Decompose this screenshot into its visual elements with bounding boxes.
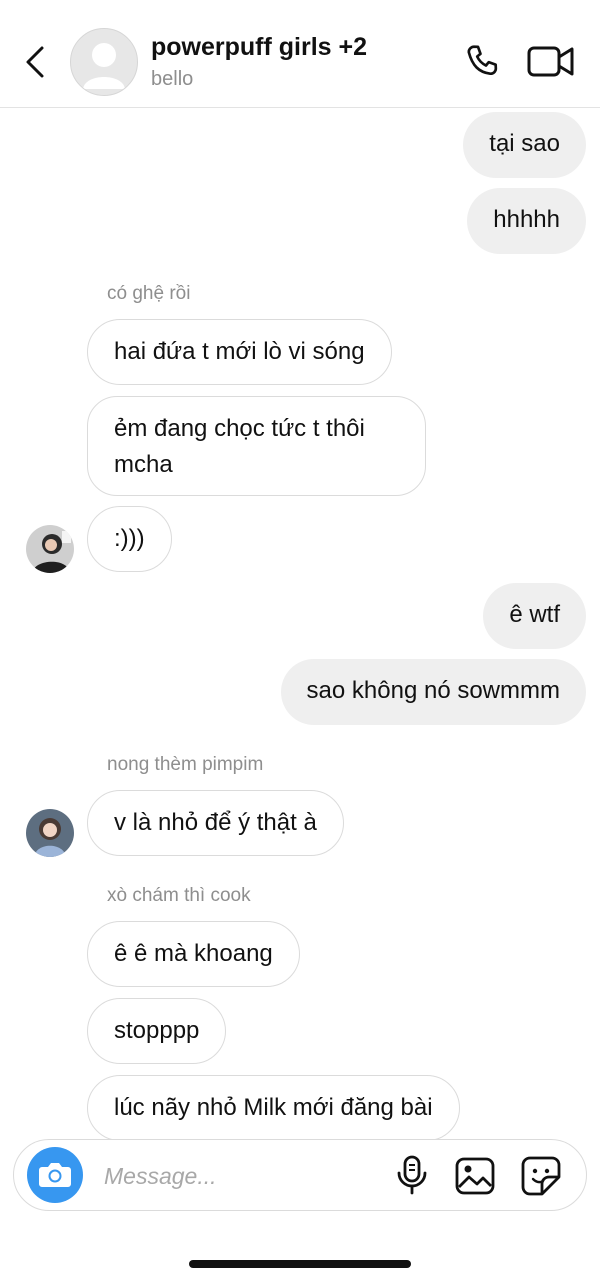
message-composer — [13, 1139, 587, 1211]
microphone-icon — [397, 1155, 427, 1195]
avatar[interactable] — [26, 525, 74, 573]
image-icon — [455, 1157, 495, 1195]
group-avatar[interactable] — [70, 28, 138, 96]
avatar[interactable] — [26, 809, 74, 857]
chat-header: powerpuff girls +2 bello — [0, 0, 600, 108]
outgoing-message[interactable]: hhhhh — [467, 188, 586, 254]
voice-message-button[interactable] — [394, 1155, 430, 1195]
video-camera-icon — [527, 46, 574, 77]
outgoing-message[interactable]: tại sao — [463, 112, 586, 178]
conversation-title[interactable]: powerpuff girls +2 — [151, 33, 367, 62]
phone-icon — [467, 45, 498, 76]
outgoing-message[interactable]: ê wtf — [483, 583, 586, 649]
incoming-message[interactable]: ê ê mà khoang — [87, 921, 300, 987]
incoming-message[interactable]: hai đứa t mới lò vi sóng — [87, 319, 392, 385]
camera-button[interactable] — [27, 1147, 83, 1203]
default-user-icon — [83, 43, 125, 89]
incoming-message[interactable]: ẻm đang chọc tức t thôi mcha — [87, 396, 426, 496]
gallery-button[interactable] — [454, 1156, 496, 1196]
video-call-button[interactable] — [526, 42, 576, 82]
sender-name: có ghệ rồi — [107, 283, 191, 304]
sender-name: nong thèm pimpim — [107, 754, 264, 775]
call-button[interactable] — [463, 42, 503, 82]
message-input[interactable] — [102, 1158, 376, 1194]
conversation-subtitle: bello — [151, 68, 194, 90]
incoming-message[interactable]: stopppp — [87, 998, 227, 1064]
sticker-icon — [521, 1156, 561, 1196]
incoming-message[interactable]: v là nhỏ để ý thật à — [87, 790, 344, 856]
camera-icon — [39, 1163, 71, 1187]
profile-photo-icon — [26, 525, 74, 573]
sticker-button[interactable] — [520, 1155, 562, 1197]
profile-photo-icon — [26, 809, 74, 857]
outgoing-message[interactable]: sao không nó sowmmm — [280, 659, 586, 725]
sender-name: xò chám thì cook — [107, 885, 251, 906]
chevron-left-icon — [26, 46, 44, 78]
home-indicator[interactable] — [189, 1260, 411, 1268]
incoming-message[interactable]: lúc nãy nhỏ Milk mới đăng bài — [87, 1075, 460, 1141]
incoming-message[interactable]: :))) — [87, 506, 172, 572]
back-button[interactable] — [20, 40, 50, 84]
